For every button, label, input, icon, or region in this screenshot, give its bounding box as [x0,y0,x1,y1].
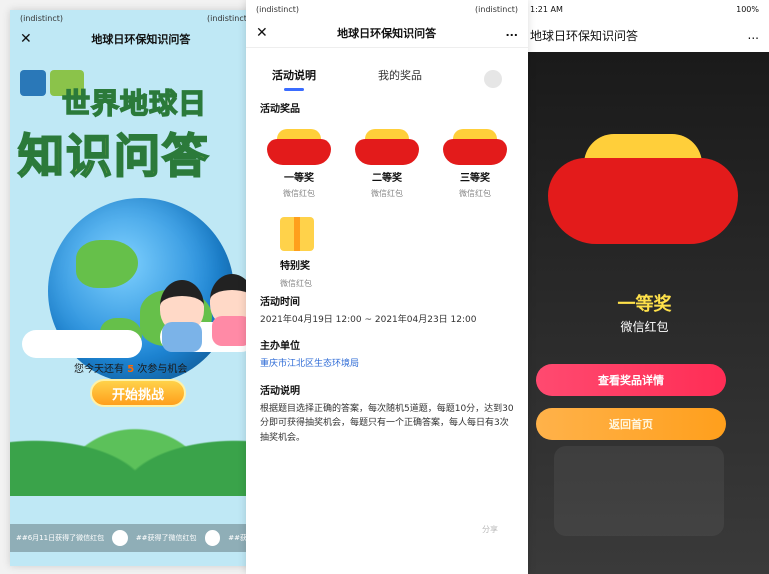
organizer-link[interactable]: 重庆市江北区生态环境局 [260,357,514,371]
avatar-icon [112,530,128,546]
prize-name: 特别奖 [280,261,310,272]
background-content [554,446,724,536]
prize-item[interactable]: 三等奖 微信红包 [436,129,514,199]
prize-name: 一等奖 [284,173,314,184]
status-bar: (indistinct) (indistinct) [246,0,528,18]
close-icon[interactable]: ✕ [20,31,32,47]
organizer-title: 主办单位 [260,341,300,353]
gift-box-icon [280,217,314,251]
prize-grid: 一等奖 微信红包 二等奖 微信红包 三等奖 微信红包 [246,123,528,199]
brand-logo-icon [20,70,46,96]
phone-right: 1:21 AM 100% 地球日环保知识问答 ... 一等奖 微信红包 查看奖品… [520,0,769,574]
share-icon[interactable]: 分享 [482,524,512,536]
red-envelope-icon [267,129,331,165]
more-button[interactable]: ... [505,26,518,39]
ticker-item: ##6月11日获得了微信红包 [16,534,105,542]
prize-item[interactable]: 一等奖 微信红包 [260,129,338,199]
phone-middle: (indistinct) (indistinct) ✕ 地球日环保知识问答 ..… [246,0,528,574]
red-envelope-icon [443,129,507,165]
status-bar: (indistinct) (indistinct) [10,10,260,26]
avatar-icon [204,530,221,546]
status-left: (indistinct) [256,4,299,14]
ticker-item: ##获得了微信红包 [135,534,197,542]
winner-ticker: ##6月11日获得了微信红包 ##获得了微信红包 ##获得 [10,524,260,552]
start-challenge-button[interactable]: 开始挑战 [90,379,186,407]
prize-subtitle: 微信红包 [459,189,491,198]
nav-title: 地球日环保知识问答 [337,26,437,40]
prize-item[interactable]: 二等奖 微信红包 [348,129,426,199]
status-right: (indistinct) [207,13,250,23]
nav-bar: ✕ 地球日环保知识问答 ... [246,18,528,48]
hero-title-line-1: 世界地球日 [61,86,208,121]
time-title: 活动时间 [260,297,300,308]
tabs: 活动说明 我的奖品 [246,48,528,92]
organizer-block: 主办单位 重庆市江北区生态环境局 [246,333,528,377]
tab-activity-info[interactable]: 活动说明 [272,67,316,91]
nav-bar: 地球日环保知识问答 ... [520,18,769,52]
red-envelope-icon [548,134,738,244]
prize-name: 三等奖 [460,173,490,184]
prize-name: 二等奖 [372,173,402,184]
chances-prefix: 您今天还有 [74,364,124,375]
chances-count: 5 [127,364,135,375]
prize-subtitle: 微信红包 [283,189,315,198]
description-title: 活动说明 [260,385,300,397]
nav-title: 地球日环保知识问答 [91,33,191,46]
status-left: (indistinct) [20,13,63,23]
nav-title: 地球日环保知识问答 [530,28,639,43]
back-home-button[interactable]: 返回首页 [536,408,726,440]
chances-suffix: 次参与机会 [137,364,188,375]
chances-text: 您今天还有 5 次参与机会 [74,360,187,375]
close-icon[interactable]: ✕ [256,25,268,41]
status-time: 1:21 AM [530,4,563,14]
status-right: (indistinct) [475,4,518,14]
kid-body [162,322,202,352]
description-block: 活动说明 根据题目选择正确的答案，每次随机5道题，每题10分，达到30分即可获得… [246,378,528,451]
more-button[interactable]: ... [748,28,759,42]
time-value: 2021年04月19日 12:00 ~ 2021年04月23日 12:00 [260,315,477,325]
prize-subtitle: 微信红包 [371,189,403,198]
red-envelope-icon [355,129,419,165]
view-prize-details-button[interactable]: 查看奖品详情 [536,364,726,396]
stage: (indistinct) (indistinct) ✕ 地球日环保知识问答 世界… [0,0,769,574]
status-battery: 100% [736,4,759,14]
phone-left: (indistinct) (indistinct) ✕ 地球日环保知识问答 世界… [10,10,260,566]
description-text: 根据题目选择正确的答案，每次随机5道题，每题10分，达到30分即可获得抽奖机会，… [260,403,514,443]
cloud-shape [22,330,142,358]
hero-title-line-2: 知识问答 [17,128,210,184]
nav-bar: ✕ 地球日环保知识问答 [10,26,260,52]
prize-subtitle: 微信红包 [280,279,312,288]
prize-title: 一等奖 [617,294,672,315]
special-prize[interactable]: 特别奖 微信红包 [246,199,528,289]
prizes-title: 活动奖品 [260,104,300,115]
continent-shape [76,240,138,288]
tab-my-prizes[interactable]: 我的奖品 [378,67,422,91]
status-bar: 1:21 AM 100% [520,0,769,18]
activity-time-block: 活动时间 2021年04月19日 12:00 ~ 2021年04月23日 12:… [246,289,528,333]
user-icon[interactable] [484,70,502,88]
prize-subtitle: 微信红包 [620,320,669,334]
